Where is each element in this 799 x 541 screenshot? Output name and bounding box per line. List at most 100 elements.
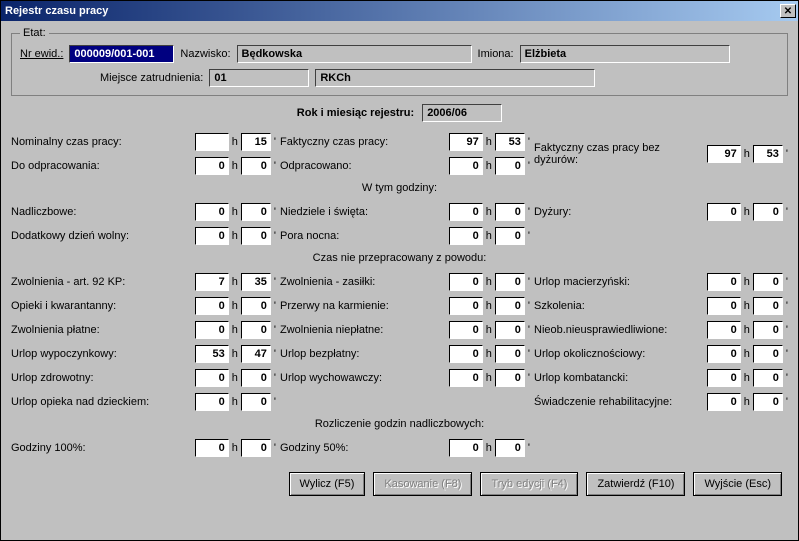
- zw92kp-h[interactable]: [195, 273, 229, 291]
- wylicz-button[interactable]: Wylicz (F5): [289, 472, 366, 496]
- przerwy-h[interactable]: [449, 297, 483, 315]
- zw-platne-h[interactable]: [195, 321, 229, 339]
- faktyczny-m[interactable]: [495, 133, 525, 151]
- url-wychow-label: Urlop wychowawczy:: [280, 372, 443, 384]
- nadliczbowe-m[interactable]: [241, 203, 271, 221]
- kasowanie-button[interactable]: Kasowanie (F8): [373, 472, 472, 496]
- faktyczny-label: Faktyczny czas pracy:: [280, 136, 443, 148]
- url-wypocz-h[interactable]: [195, 345, 229, 363]
- faktyczny-bez-h[interactable]: [707, 145, 741, 163]
- pora-nocna-h[interactable]: [449, 227, 483, 245]
- url-opieka-m[interactable]: [241, 393, 271, 411]
- url-wychow-h[interactable]: [449, 369, 483, 387]
- url-bezplat-m[interactable]: [495, 345, 525, 363]
- godz100-label: Godziny 100%:: [11, 442, 189, 454]
- nazwisko-field[interactable]: [237, 45, 472, 63]
- url-macierz-label: Urlop macierzyński:: [534, 276, 701, 288]
- close-button[interactable]: ✕: [780, 4, 796, 18]
- dyzury-h[interactable]: [707, 203, 741, 221]
- imiona-label: Imiona:: [478, 48, 514, 60]
- nadliczbowe-label: Nadliczbowe:: [11, 206, 189, 218]
- url-zdrow-h[interactable]: [195, 369, 229, 387]
- url-wychow-m[interactable]: [495, 369, 525, 387]
- miejsce-code-field[interactable]: [209, 69, 309, 87]
- zw-nieplatne-label: Zwolnienia niepłatne:: [280, 324, 443, 336]
- url-wypocz-label: Urlop wypoczynkowy:: [11, 348, 189, 360]
- dodatkowy-h[interactable]: [195, 227, 229, 245]
- szkolenia-label: Szkolenia:: [534, 300, 701, 312]
- zw-zasilki-m[interactable]: [495, 273, 525, 291]
- do-odpracowania-label: Do odpracowania:: [11, 160, 189, 172]
- zatwierdz-button[interactable]: Zatwierdź (F10): [586, 472, 685, 496]
- do-odpracowania-h[interactable]: [195, 157, 229, 175]
- zw92kp-label: Zwolnienia - art. 92 KP:: [11, 276, 189, 288]
- nadliczbowe-h[interactable]: [195, 203, 229, 221]
- nieob-m[interactable]: [753, 321, 783, 339]
- pora-nocna-label: Pora nocna:: [280, 230, 443, 242]
- etat-group: Etat: Nr ewid.: Nazwisko: Imiona: Miejsc…: [11, 27, 788, 96]
- client-area: Etat: Nr ewid.: Nazwisko: Imiona: Miejsc…: [1, 21, 798, 540]
- opieki-h[interactable]: [195, 297, 229, 315]
- godz50-m[interactable]: [495, 439, 525, 457]
- nominalny-h[interactable]: [195, 133, 229, 151]
- dodatkowy-label: Dodatkowy dzień wolny:: [11, 230, 189, 242]
- niedziele-label: Niedziele i święta:: [280, 206, 443, 218]
- url-opieka-label: Urlop opieka nad dzieckiem:: [11, 396, 189, 408]
- url-macierz-h[interactable]: [707, 273, 741, 291]
- przerwy-m[interactable]: [495, 297, 525, 315]
- pora-nocna-m[interactable]: [495, 227, 525, 245]
- rozliczenie-divider: Rozliczenie godzin nadliczbowych:: [11, 418, 788, 430]
- zw-platne-m[interactable]: [241, 321, 271, 339]
- url-wypocz-m[interactable]: [241, 345, 271, 363]
- godz100-m[interactable]: [241, 439, 271, 457]
- dyzury-m[interactable]: [753, 203, 783, 221]
- opieki-m[interactable]: [241, 297, 271, 315]
- do-odpracowania-m[interactable]: [241, 157, 271, 175]
- url-komb-h[interactable]: [707, 369, 741, 387]
- zw-nieplatne-m[interactable]: [495, 321, 525, 339]
- url-okol-m[interactable]: [753, 345, 783, 363]
- period-field[interactable]: [422, 104, 502, 122]
- szkolenia-h[interactable]: [707, 297, 741, 315]
- url-bezplat-h[interactable]: [449, 345, 483, 363]
- imiona-field[interactable]: [520, 45, 730, 63]
- nieob-h[interactable]: [707, 321, 741, 339]
- dyzury-label: Dyżury:: [534, 206, 701, 218]
- zw-platne-label: Zwolnienia płatne:: [11, 324, 189, 336]
- url-macierz-m[interactable]: [753, 273, 783, 291]
- nr-ewid-field[interactable]: [69, 45, 174, 63]
- faktyczny-bez-label: Faktyczny czas pracy bez dyżurów:: [534, 142, 701, 166]
- swiad-rehab-m[interactable]: [753, 393, 783, 411]
- dodatkowy-m[interactable]: [241, 227, 271, 245]
- window: Rejestr czasu pracy ✕ Etat: Nr ewid.: Na…: [0, 0, 799, 541]
- tryb-edycji-button[interactable]: Tryb edycji (F4): [480, 472, 578, 496]
- miejsce-name-field[interactable]: [315, 69, 595, 87]
- godz50-h[interactable]: [449, 439, 483, 457]
- button-bar: Wylicz (F5) Kasowanie (F8) Tryb edycji (…: [11, 462, 788, 500]
- godz100-h[interactable]: [195, 439, 229, 457]
- swiad-rehab-h[interactable]: [707, 393, 741, 411]
- zw92kp-m[interactable]: [241, 273, 271, 291]
- nominalny-label: Nominalny czas pracy:: [11, 136, 189, 148]
- url-zdrow-m[interactable]: [241, 369, 271, 387]
- niedziele-h[interactable]: [449, 203, 483, 221]
- faktyczny-bez-m[interactable]: [753, 145, 783, 163]
- nominalny-m[interactable]: [241, 133, 271, 151]
- szkolenia-m[interactable]: [753, 297, 783, 315]
- summary-grid: Nominalny czas pracy: h ' Do odpracowani…: [11, 130, 788, 178]
- wyjscie-button[interactable]: Wyjście (Esc): [693, 472, 782, 496]
- nr-ewid-label: Nr ewid.:: [20, 48, 63, 60]
- odpracowano-h[interactable]: [449, 157, 483, 175]
- niedziele-m[interactable]: [495, 203, 525, 221]
- period-label: Rok i miesiąc rejestru:: [297, 107, 414, 119]
- zw-nieplatne-h[interactable]: [449, 321, 483, 339]
- url-okol-h[interactable]: [707, 345, 741, 363]
- czas-nie-divider: Czas nie przepracowany z powodu:: [11, 252, 788, 264]
- url-opieka-h[interactable]: [195, 393, 229, 411]
- odpracowano-m[interactable]: [495, 157, 525, 175]
- nazwisko-label: Nazwisko:: [180, 48, 230, 60]
- absence-grid: Zwolnienia - art. 92 KP:h' Opieki i kwar…: [11, 270, 788, 414]
- zw-zasilki-h[interactable]: [449, 273, 483, 291]
- faktyczny-h[interactable]: [449, 133, 483, 151]
- url-komb-m[interactable]: [753, 369, 783, 387]
